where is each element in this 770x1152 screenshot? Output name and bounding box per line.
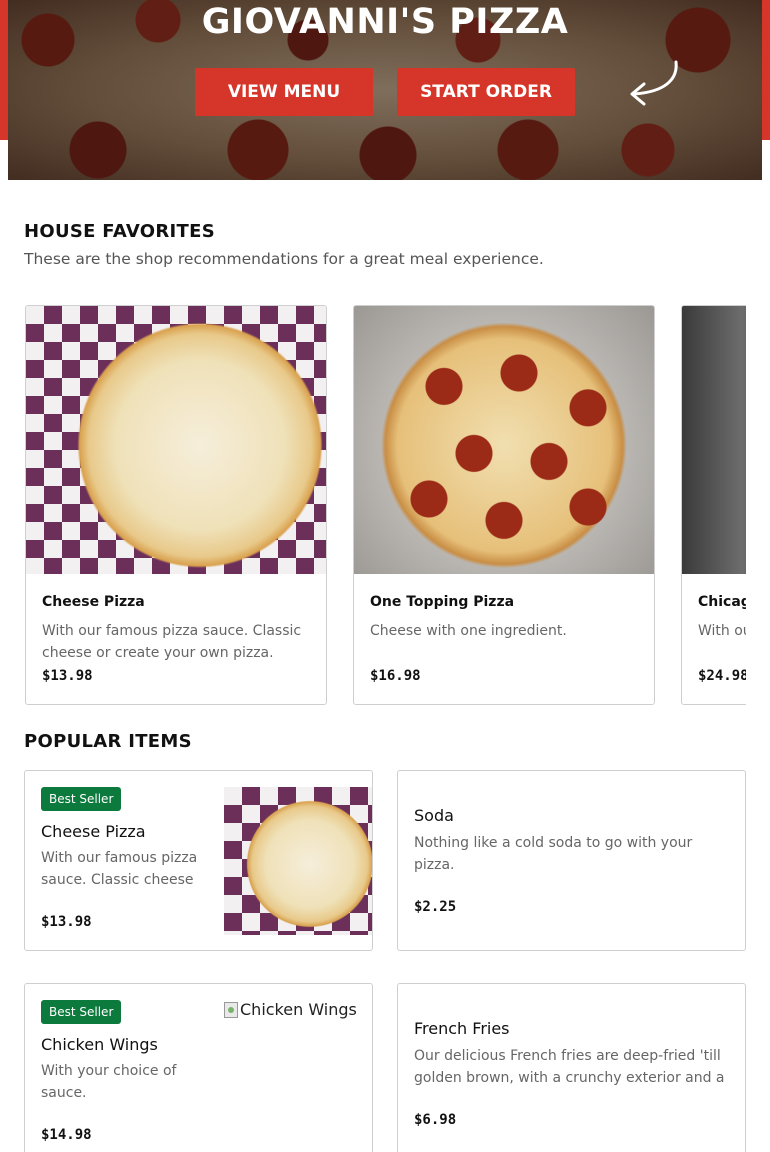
popular-item-name: French Fries: [414, 1019, 510, 1038]
best-seller-badge: Best Seller: [41, 787, 122, 811]
hero-section: GIOVANNI'S PIZZA VIEW MENU START ORDER: [0, 0, 770, 180]
best-seller-badge: Best Seller: [41, 1000, 122, 1024]
popular-item-price: $6.98: [414, 1112, 457, 1128]
popular-card-soda[interactable]: Soda Nothing like a cold soda to go with…: [397, 770, 746, 951]
popular-item-price: $2.25: [414, 899, 457, 915]
house-favorites-heading: HOUSE FAVORITES: [24, 221, 215, 242]
popular-item-description: Our delicious French fries are deep-frie…: [414, 1048, 725, 1086]
view-menu-button[interactable]: VIEW MENU: [195, 68, 373, 116]
chicken-wings-broken-image: Chicken Wings: [224, 1000, 357, 1019]
popular-item-name: Chicken Wings: [41, 1035, 158, 1054]
hero-banner-image: GIOVANNI'S PIZZA VIEW MENU START ORDER: [8, 0, 762, 180]
pepperoni-pizza-image: [354, 306, 654, 574]
cheese-pizza-thumbnail: [224, 787, 372, 935]
hero-red-band-left: [0, 0, 8, 140]
favorite-card-chicago[interactable]: Chicago With ou $24.98: [681, 305, 746, 705]
favorite-item-name: Chicago: [698, 594, 746, 610]
popular-card-french-fries[interactable]: French Fries Our delicious French fries …: [397, 983, 746, 1152]
popular-item-description: Nothing like a cold soda to go with your…: [414, 835, 693, 873]
favorites-carousel[interactable]: Cheese Pizza With our famous pizza sauce…: [24, 305, 746, 706]
favorite-card-one-topping-pizza[interactable]: One Topping Pizza Cheese with one ingred…: [353, 305, 655, 705]
cheese-pizza-image: [26, 306, 326, 574]
popular-item-price: $14.98: [41, 1127, 92, 1143]
start-order-button[interactable]: START ORDER: [397, 68, 575, 116]
chicago-pizza-image: [682, 306, 746, 574]
image-alt-text: Chicken Wings: [240, 1000, 357, 1019]
favorite-item-name: Cheese Pizza: [42, 594, 145, 610]
popular-item-name: Cheese Pizza: [41, 822, 146, 841]
curved-arrow-icon: [630, 60, 678, 106]
favorite-item-price: $16.98: [370, 668, 421, 684]
favorite-card-cheese-pizza[interactable]: Cheese Pizza With our famous pizza sauce…: [25, 305, 327, 705]
favorite-item-description: With our famous pizza sauce. Classic che…: [42, 623, 302, 661]
favorite-item-price: $13.98: [42, 668, 93, 684]
hero-red-band-right: [762, 0, 770, 140]
popular-item-description: With our famous pizza sauce. Classic che…: [41, 850, 198, 888]
restaurant-title: GIOVANNI'S PIZZA: [201, 2, 569, 42]
popular-card-chicken-wings[interactable]: Best Seller Chicken Wings With your choi…: [24, 983, 373, 1152]
house-favorites-subtitle: These are the shop recommendations for a…: [24, 250, 544, 268]
broken-image-icon: [224, 1001, 238, 1018]
favorite-item-description: Cheese with one ingredient.: [370, 623, 567, 639]
popular-items-heading: POPULAR ITEMS: [24, 731, 192, 752]
favorite-item-description: With ou: [698, 623, 746, 639]
popular-item-description: With your choice of sauce.: [41, 1063, 177, 1101]
favorite-item-price: $24.98: [698, 668, 746, 684]
popular-card-cheese-pizza[interactable]: Best Seller Cheese Pizza With our famous…: [24, 770, 373, 951]
favorite-item-name: One Topping Pizza: [370, 594, 515, 610]
popular-item-price: $13.98: [41, 914, 92, 930]
popular-item-name: Soda: [414, 806, 454, 825]
